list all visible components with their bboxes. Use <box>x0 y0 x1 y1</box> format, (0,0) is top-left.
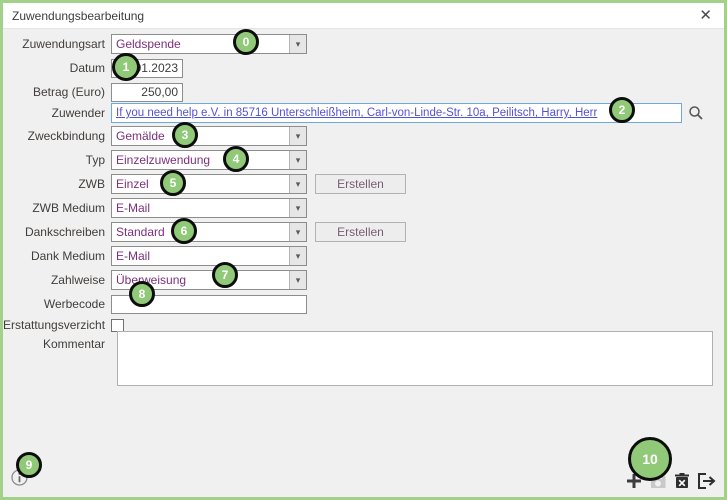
erstattungsverzicht-checkbox[interactable] <box>111 319 124 332</box>
zweckbindung-select[interactable]: Gemälde ▾ <box>111 126 307 146</box>
row-zweckbindung: Zweckbindung Gemälde ▾ <box>3 126 307 146</box>
annotation-marker-5: 5 <box>160 170 186 196</box>
chevron-down-icon[interactable]: ▾ <box>289 127 306 145</box>
row-werbecode: Werbecode <box>3 294 307 314</box>
search-icon[interactable] <box>688 105 704 121</box>
dank-medium-label: Dank Medium <box>3 249 111 263</box>
row-zahlweise: Zahlweise Überweisung ▾ <box>3 270 307 290</box>
dank-medium-value: E-Mail <box>112 247 289 265</box>
zuwendungsart-select[interactable]: Geldspende ▾ <box>111 34 307 54</box>
dankschreiben-label: Dankschreiben <box>3 225 111 239</box>
zwb-value: Einzel <box>112 175 289 193</box>
zwb-medium-value: E-Mail <box>112 199 289 217</box>
zwb-select[interactable]: Einzel ▾ <box>111 174 307 194</box>
annotation-marker-9: 9 <box>16 452 42 478</box>
annotation-marker-2: 2 <box>609 97 635 123</box>
zwb-medium-label: ZWB Medium <box>3 201 111 215</box>
kommentar-textarea[interactable] <box>117 331 713 386</box>
erstattungsverzicht-label: Erstattungsverzicht <box>3 318 111 332</box>
row-betrag: Betrag (Euro) <box>3 82 183 102</box>
zwb-erstellen-button[interactable]: Erstellen <box>315 174 406 194</box>
dankschreiben-value: Standard <box>112 223 289 241</box>
delete-icon[interactable] <box>673 472 691 490</box>
chevron-down-icon[interactable]: ▾ <box>289 151 306 169</box>
row-datum: Datum <box>3 58 183 78</box>
zuwender-link[interactable]: If you need help e.V. in 85716 Unterschl… <box>116 107 597 119</box>
annotation-marker-6: 6 <box>171 218 197 244</box>
zahlweise-label: Zahlweise <box>3 273 111 287</box>
row-dank-medium: Dank Medium E-Mail ▾ <box>3 246 307 266</box>
annotation-marker-3: 3 <box>172 122 198 148</box>
datum-label: Datum <box>3 61 111 75</box>
exit-icon[interactable] <box>697 472 716 490</box>
chevron-down-icon[interactable]: ▾ <box>289 175 306 193</box>
annotation-marker-1: 1 <box>112 53 140 81</box>
row-zwb-medium: ZWB Medium E-Mail ▾ <box>3 198 307 218</box>
row-zwb: ZWB Einzel ▾ Erstellen <box>3 174 406 194</box>
annotation-marker-0: 0 <box>233 29 259 55</box>
row-typ: Typ Einzelzuwendung ▾ <box>3 150 307 170</box>
zuwender-label: Zuwender <box>3 106 111 120</box>
dank-medium-select[interactable]: E-Mail ▾ <box>111 246 307 266</box>
chevron-down-icon[interactable]: ▾ <box>289 35 306 53</box>
zuwendungsbearbeitung-dialog: Zuwendungsbearbeitung ✕ Zuwendungsart Ge… <box>0 0 727 500</box>
chevron-down-icon[interactable]: ▾ <box>289 271 306 289</box>
zwb-label: ZWB <box>3 177 111 191</box>
zweckbindung-value: Gemälde <box>112 127 289 145</box>
zuwendungsart-value: Geldspende <box>112 35 289 53</box>
annotation-marker-10: 10 <box>628 437 672 481</box>
typ-label: Typ <box>3 153 111 167</box>
close-icon[interactable]: ✕ <box>696 7 715 24</box>
zwb-medium-select[interactable]: E-Mail ▾ <box>111 198 307 218</box>
zuwendungsart-label: Zuwendungsart <box>3 37 111 51</box>
row-zuwendungsart: Zuwendungsart Geldspende ▾ <box>3 34 307 54</box>
row-dankschreiben: Dankschreiben Standard ▾ Erstellen <box>3 222 406 242</box>
annotation-marker-8: 8 <box>129 281 155 307</box>
dialog-title: Zuwendungsbearbeitung <box>12 9 144 23</box>
annotation-marker-7: 7 <box>212 262 238 288</box>
zweckbindung-label: Zweckbindung <box>3 129 111 143</box>
row-zuwender: Zuwender If you need help e.V. in 85716 … <box>3 103 704 123</box>
dankschreiben-erstellen-button[interactable]: Erstellen <box>315 222 406 242</box>
titlebar: Zuwendungsbearbeitung ✕ <box>3 3 724 29</box>
annotation-marker-4: 4 <box>223 146 249 172</box>
chevron-down-icon[interactable]: ▾ <box>289 247 306 265</box>
chevron-down-icon[interactable]: ▾ <box>289 223 306 241</box>
werbecode-label: Werbecode <box>3 297 111 311</box>
betrag-label: Betrag (Euro) <box>3 85 111 99</box>
dankschreiben-select[interactable]: Standard ▾ <box>111 222 307 242</box>
betrag-input[interactable] <box>111 83 183 102</box>
kommentar-label: Kommentar <box>3 337 111 351</box>
typ-value: Einzelzuwendung <box>112 151 289 169</box>
zuwender-field[interactable]: If you need help e.V. in 85716 Unterschl… <box>111 103 682 123</box>
chevron-down-icon[interactable]: ▾ <box>289 199 306 217</box>
row-kommentar: Kommentar <box>3 334 111 354</box>
typ-select[interactable]: Einzelzuwendung ▾ <box>111 150 307 170</box>
row-erstattungsverzicht: Erstattungsverzicht <box>3 315 124 335</box>
